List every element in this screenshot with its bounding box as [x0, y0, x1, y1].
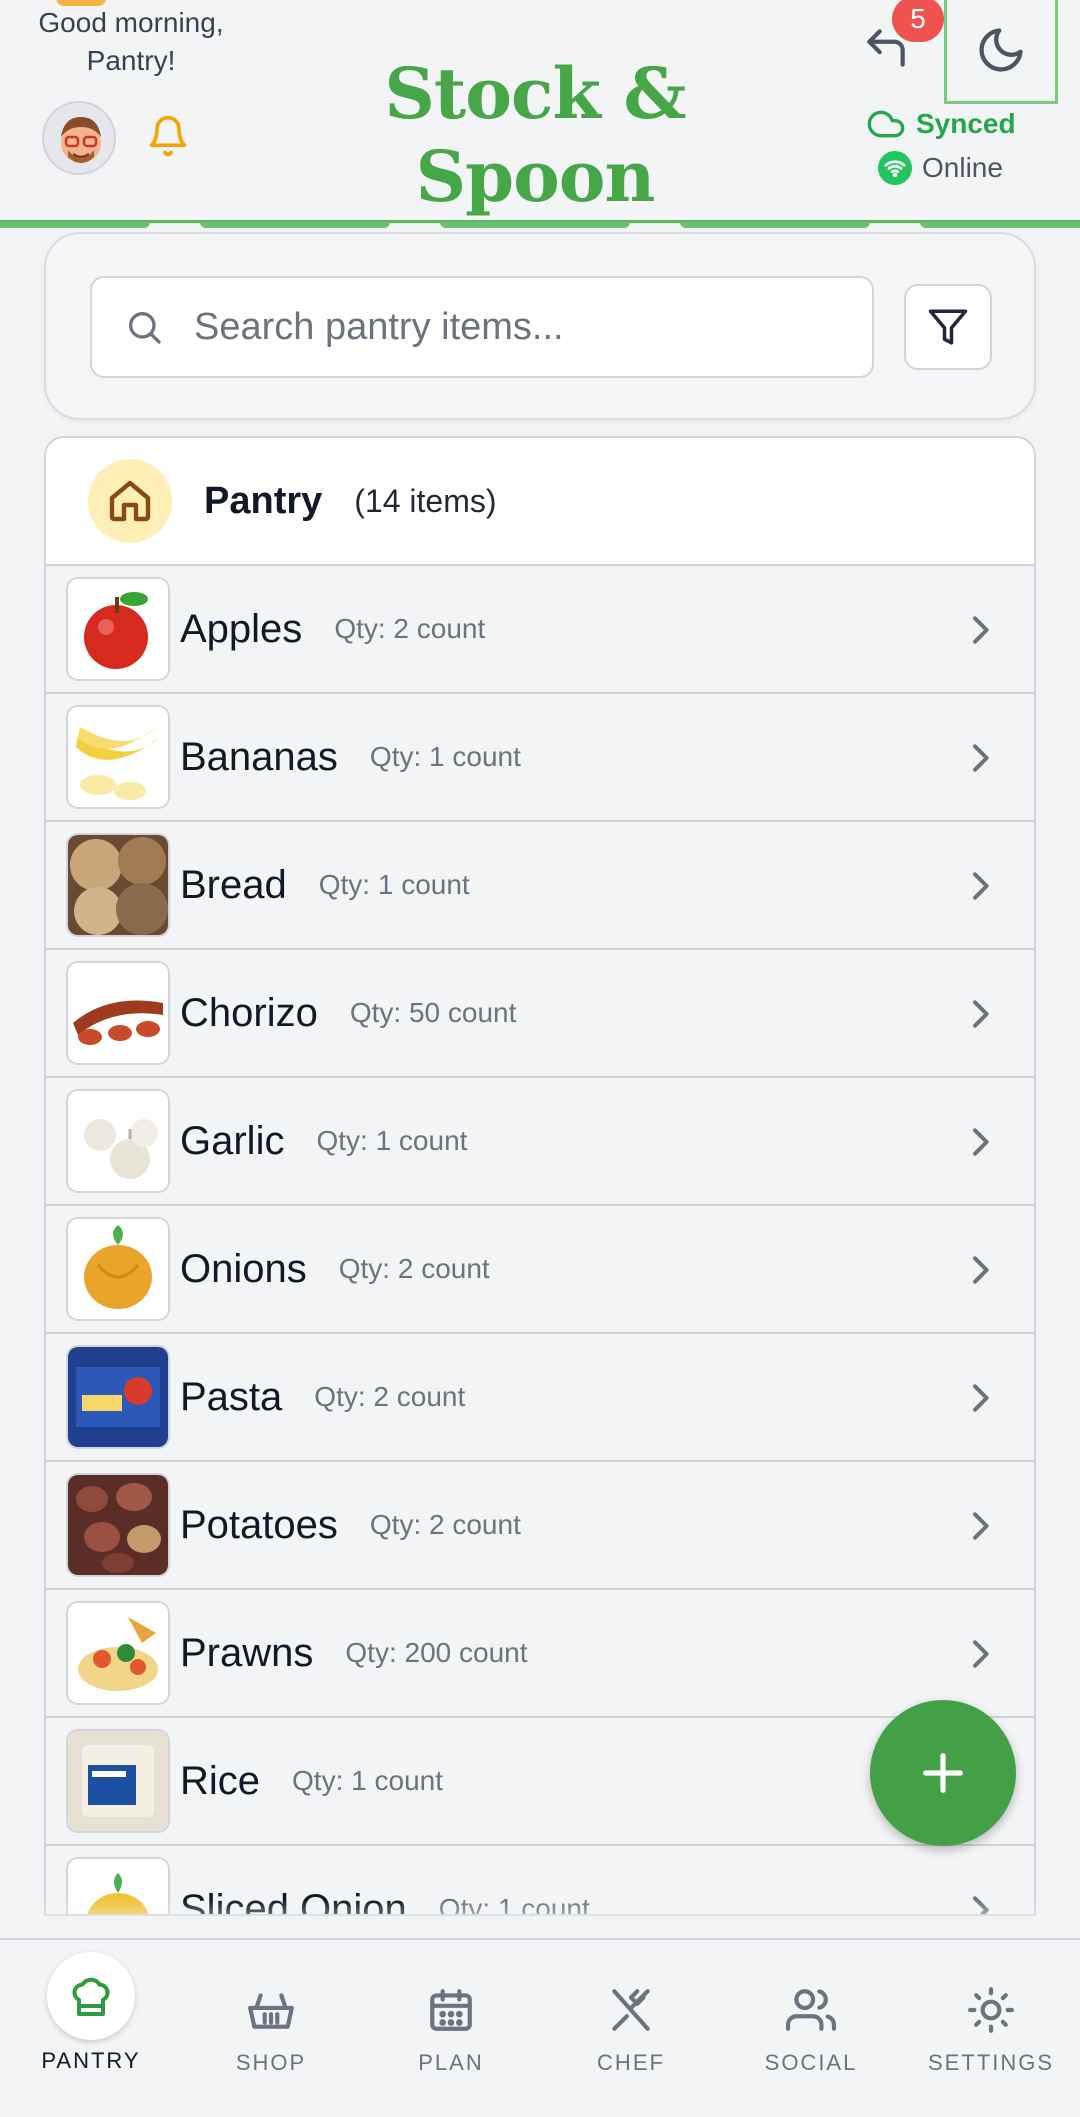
app-brand-title: Stock & Spoon [384, 52, 686, 218]
greeting-text: Good morning, Pantry! [38, 7, 224, 76]
item-thumbnail [66, 1473, 170, 1577]
nav-label: SETTINGS [927, 2050, 1054, 2075]
item-thumbnail [66, 1601, 170, 1705]
chevron-right-icon [973, 1640, 989, 1668]
utensils-icon [603, 1982, 659, 2038]
item-name: Onions [180, 1246, 307, 1291]
item-thumbnail [66, 705, 170, 809]
bottom-navigation: PANTRY SHOP PLAN CHEF SOCIAL SETTINGS [0, 1938, 1080, 2117]
list-item[interactable]: Potatoes Qty: 2 count [46, 1462, 1034, 1590]
chevron-right-icon [973, 1384, 989, 1412]
item-quantity: Qty: 2 count [338, 1253, 490, 1284]
item-quantity: Qty: 1 count [316, 1125, 468, 1156]
search-input[interactable] [194, 305, 834, 349]
item-name: Pasta [180, 1374, 283, 1419]
list-item[interactable]: Chorizo Qty: 50 count [46, 950, 1034, 1078]
home-icon [88, 459, 172, 543]
item-quantity: Qty: 1 count [292, 1765, 443, 1796]
item-thumbnail [66, 1217, 170, 1321]
undo-count-badge: 5 [892, 0, 944, 42]
sync-status: Synced [866, 106, 1016, 142]
item-name: Bread [180, 862, 287, 907]
item-quantity: Qty: 50 count [349, 997, 517, 1028]
list-item[interactable]: Garlic Qty: 1 count [46, 1078, 1034, 1206]
theme-toggle-button[interactable] [944, 0, 1058, 104]
nav-label: PLAN [418, 2050, 484, 2075]
list-item[interactable]: Pasta Qty: 2 count [46, 1334, 1034, 1462]
header-decoration [0, 222, 1080, 228]
chevron-right-icon [973, 1256, 989, 1284]
nav-label: SHOP [235, 2050, 307, 2075]
chevron-right-icon [973, 744, 989, 772]
chevron-right-icon [973, 1128, 989, 1156]
list-fade [0, 1900, 1080, 1940]
calendar-icon [423, 1982, 479, 2038]
connection-status-label: Online [922, 152, 1003, 183]
chevron-right-icon [973, 872, 989, 900]
connection-status: Online [878, 150, 1003, 186]
plus-icon [923, 1753, 963, 1793]
nav-item-pantry[interactable]: PANTRY [11, 1940, 171, 2117]
nav-label: CHEF [597, 2050, 665, 2075]
search-field[interactable] [90, 276, 874, 378]
item-thumbnail [66, 961, 170, 1065]
chef-hat-icon [47, 1952, 135, 2040]
nav-item-shop[interactable]: SHOP [191, 1940, 351, 2117]
pantry-list: Pantry (14 items) Apples Qty: 2 count Ba… [44, 436, 1036, 1916]
nav-item-plan[interactable]: PLAN [371, 1940, 531, 2117]
pantry-list-header: Pantry (14 items) [46, 438, 1034, 566]
pantry-item-count: (14 items) [354, 482, 497, 519]
item-quantity: Qty: 2 count [334, 613, 486, 644]
item-quantity: Qty: 2 count [369, 1509, 521, 1540]
sun-icon [963, 1982, 1019, 2038]
chevron-right-icon [973, 616, 989, 644]
pantry-list-title: Pantry [204, 479, 323, 522]
item-name: Rice [180, 1758, 261, 1803]
nav-label: PANTRY [41, 2048, 141, 2073]
chevron-right-icon [973, 1000, 989, 1028]
filter-button[interactable] [904, 284, 992, 370]
chevron-right-icon [973, 1512, 989, 1540]
basket-icon [243, 1982, 299, 2038]
list-item[interactable]: Bananas Qty: 1 count [46, 694, 1034, 822]
item-name: Bananas [180, 734, 338, 779]
item-name: Apples [180, 606, 303, 651]
search-card [44, 232, 1036, 420]
item-thumbnail [66, 1345, 170, 1449]
wifi-icon [878, 151, 912, 185]
item-thumbnail [66, 1729, 170, 1833]
item-name: Chorizo [180, 990, 318, 1035]
item-quantity: Qty: 2 count [314, 1381, 466, 1412]
list-item[interactable]: Prawns Qty: 200 count [46, 1590, 1034, 1718]
list-item[interactable]: Bread Qty: 1 count [46, 822, 1034, 950]
item-thumbnail [66, 833, 170, 937]
list-item[interactable]: Apples Qty: 2 count [46, 566, 1034, 694]
users-icon [783, 1982, 839, 2038]
nav-item-chef[interactable]: CHEF [551, 1940, 711, 2117]
moon-icon [979, 28, 1023, 72]
search-icon [129, 312, 161, 344]
nav-label: SOCIAL [764, 2050, 858, 2075]
avatar[interactable] [42, 101, 116, 175]
item-quantity: Qty: 1 count [369, 741, 521, 772]
item-name: Garlic [180, 1118, 285, 1163]
bell-icon[interactable] [146, 114, 190, 158]
item-quantity: Qty: 200 count [345, 1637, 528, 1668]
nav-item-settings[interactable]: SETTINGS [911, 1940, 1071, 2117]
app-screen: { "header": { "greeting": "Good morning,… [0, 0, 1080, 2117]
nav-item-social[interactable]: SOCIAL [731, 1940, 891, 2117]
cloud-icon [867, 110, 905, 138]
item-thumbnail [66, 577, 170, 681]
sync-status-label: Synced [916, 108, 1016, 139]
item-thumbnail [66, 1089, 170, 1193]
app-header: Good morning, Pantry! Stock & Spoon 5 Sy… [0, 0, 1080, 222]
list-item[interactable]: Onions Qty: 2 count [46, 1206, 1034, 1334]
filter-icon [928, 309, 968, 345]
item-name: Prawns [180, 1630, 314, 1675]
item-quantity: Qty: 1 count [318, 869, 470, 900]
item-name: Potatoes [180, 1502, 338, 1547]
add-item-button[interactable] [870, 1700, 1016, 1846]
